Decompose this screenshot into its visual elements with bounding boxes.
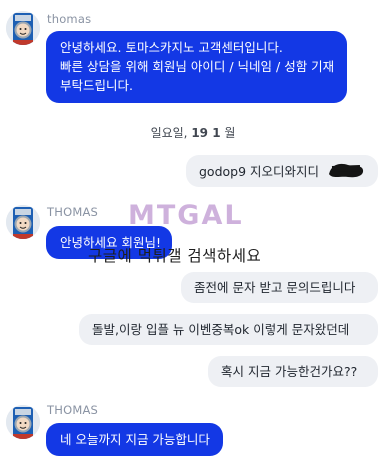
watermark-logo: MTGAL (128, 200, 244, 231)
date-day: 일요일, (150, 126, 188, 140)
sender-name: thomas (47, 12, 92, 26)
avatar (6, 405, 40, 439)
train-engine-avatar-icon (6, 11, 40, 45)
user-message: 돌발,이랑 입플 뉴 이벤중복ok 이렇게 문자왔던데 (79, 314, 378, 345)
watermark: MTGAL 구글에 먹튀갤 검색하세요 (80, 200, 310, 270)
message-line: 부탁드립니다. (60, 78, 133, 93)
message-line: 빠른 상담을 위해 회원님 아이디 / 닉네임 / 성함 기재 (60, 59, 335, 74)
message-text: 돌발,이랑 입플 뉴 이벤중복ok 이렇게 문자왔던데 (92, 322, 350, 337)
train-engine-avatar-icon (6, 405, 40, 439)
date-suffix: 월 (224, 126, 236, 140)
agent-message: 네 오늘까지 지금 가능합니다 (46, 423, 223, 456)
date-divider: 일요일, 19 1 월 (0, 124, 386, 141)
message-text: 혹시 지금 가능한건가요?? (221, 364, 358, 379)
avatar (6, 11, 40, 45)
date-number: 19 1 (191, 126, 221, 140)
message-line: 안녕하세요. 토마스카지노 고객센터입니다. (60, 40, 283, 55)
message-text: 좀전에 문자 받고 문의드립니다 (194, 280, 356, 295)
message-text: 네 오늘까지 지금 가능합니다 (60, 432, 210, 447)
message-text: godop9 지오디와지디 (199, 164, 320, 179)
avatar (6, 205, 40, 239)
train-engine-avatar-icon (6, 205, 40, 239)
user-message: 혹시 지금 가능한건가요?? (208, 356, 378, 387)
sender-name: THOMAS (47, 403, 99, 417)
agent-message: 안녕하세요. 토마스카지노 고객센터입니다. 빠른 상담을 위해 회원님 아이디… (46, 31, 348, 103)
watermark-text: 구글에 먹튀갤 검색하세요 (88, 247, 262, 265)
user-message: 좀전에 문자 받고 문의드립니다 (181, 272, 378, 303)
black-scribble-redaction (329, 163, 364, 178)
